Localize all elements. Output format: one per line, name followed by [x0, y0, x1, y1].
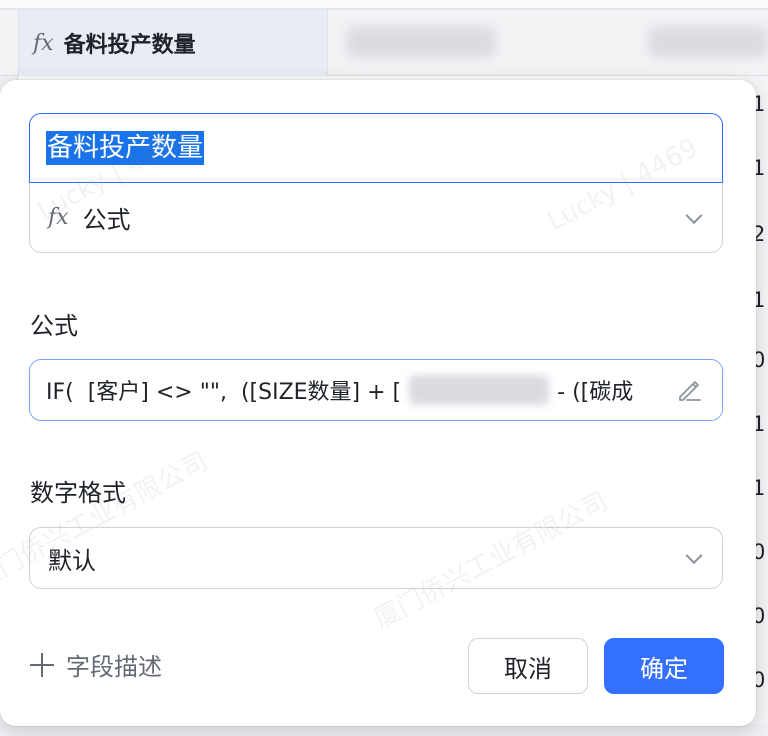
confirm-button[interactable]: 确定 — [604, 638, 724, 694]
add-field-description-button[interactable]: 字段描述 — [30, 647, 162, 682]
formula-text-end: - ([碳成 — [557, 380, 634, 405]
add-description-label: 字段描述 — [66, 653, 162, 681]
pencil-icon[interactable] — [676, 377, 702, 403]
plus-icon — [30, 652, 54, 677]
fx-icon: fx — [33, 30, 54, 56]
column-header-formula-field[interactable]: fx 备料投产数量 — [18, 10, 328, 76]
chevron-down-icon — [685, 206, 703, 224]
field-name-selected-text: 备料投产数量 — [46, 131, 205, 165]
number-format-value: 默认 — [48, 546, 96, 575]
chevron-down-icon — [685, 547, 703, 565]
column-header-title: 备料投产数量 — [63, 33, 196, 58]
blurred-column-header — [648, 26, 768, 58]
cancel-button[interactable]: 取消 — [468, 638, 588, 694]
number-format-select[interactable]: 默认 — [29, 527, 723, 589]
field-config-dialog: 备料投产数量 fx 公式 公式 IF( [客户] <> "", ([SIZE数量… — [0, 80, 756, 726]
field-type-select[interactable]: fx 公式 — [29, 183, 723, 253]
number-format-section-label: 数字格式 — [30, 479, 126, 507]
formula-text-start: IF( [客户] <> "", ([SIZE数量] + [ — [46, 380, 402, 405]
formula-input[interactable]: IF( [客户] <> "", ([SIZE数量] + [ - ([碳成 — [29, 359, 723, 421]
blurred-column-header — [346, 26, 496, 58]
fx-icon: fx — [48, 205, 69, 230]
redacted-formula-segment — [409, 375, 550, 405]
formula-section-label: 公式 — [30, 312, 78, 340]
field-name-input[interactable]: 备料投产数量 — [29, 113, 723, 183]
field-type-label: 公式 — [82, 206, 131, 234]
